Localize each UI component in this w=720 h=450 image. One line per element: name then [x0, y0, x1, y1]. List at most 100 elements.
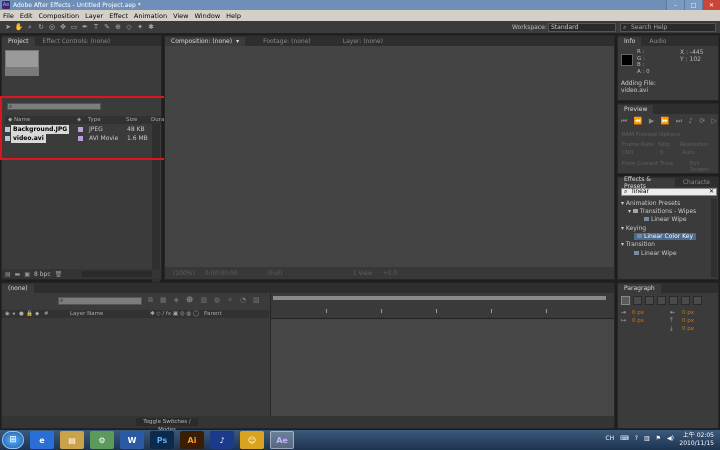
last-frame-icon[interactable]: ⏭ — [676, 117, 682, 126]
label-column-icon[interactable]: ◆ — [35, 311, 39, 317]
current-time[interactable]: 0:00:00:00 — [205, 270, 238, 277]
ram-preview-icon[interactable]: ▷ — [712, 117, 717, 126]
minimize-button[interactable]: – — [666, 0, 684, 10]
tree-item-linear-wipe-effect[interactable]: Linear Wipe — [634, 250, 677, 257]
tab-timeline[interactable]: (none) — [2, 284, 34, 293]
close-button[interactable]: ✕ — [702, 0, 720, 10]
network-tray-icon[interactable]: ▥ — [644, 435, 650, 442]
auto-keyframe-icon[interactable]: ◔ — [240, 296, 246, 305]
live-update-icon[interactable]: ▦ — [160, 296, 167, 305]
layer-name-header[interactable]: Layer Name — [70, 311, 103, 317]
exposure-value[interactable]: +0.0 — [383, 270, 398, 277]
after-effects-taskbar-icon[interactable]: Ae — [270, 431, 294, 449]
roto-tool-icon[interactable]: ✦ — [136, 23, 144, 31]
menu-view[interactable]: View — [173, 12, 188, 20]
comp-mini-flowchart-icon[interactable]: ⧉ — [148, 296, 153, 305]
tab-character[interactable]: Characte — [677, 178, 716, 187]
justify-center-button[interactable] — [669, 296, 678, 305]
maximize-button[interactable]: □ — [684, 0, 702, 10]
menu-animation[interactable]: Animation — [134, 12, 167, 20]
motion-blur-icon[interactable]: ◍ — [214, 296, 220, 305]
explorer-folder-icon[interactable]: ▤ — [60, 431, 84, 449]
tab-composition[interactable]: Composition: (none) ▾ — [165, 37, 246, 46]
zoom-tool-icon[interactable]: ⌕ — [26, 23, 34, 31]
audio-icon[interactable]: ♪ — [688, 117, 692, 126]
parent-header[interactable]: Parent — [204, 311, 222, 317]
view-layout-select[interactable]: 1 View — [353, 270, 373, 277]
photoshop-icon[interactable]: Ps — [150, 431, 174, 449]
tree-folder-transitions-wipes[interactable]: ▾ Transitions - Wipes — [628, 208, 696, 215]
ram-preview-options[interactable]: RAM Preview Options — [622, 132, 680, 138]
tab-preview[interactable]: Preview — [618, 105, 654, 114]
tree-category-animation-presets[interactable]: ▾ Animation Presets — [621, 200, 680, 207]
eraser-tool-icon[interactable]: ◇ — [125, 23, 133, 31]
first-frame-icon[interactable]: ⏮ — [621, 117, 627, 126]
first-line-indent-value[interactable]: 0 px — [632, 318, 644, 324]
justify-left-button[interactable] — [657, 296, 666, 305]
flag-icon[interactable]: ⚑ — [656, 435, 661, 442]
text-tool-icon[interactable]: T — [92, 23, 100, 31]
work-area-bar[interactable] — [273, 296, 606, 300]
menu-composition[interactable]: Composition — [38, 12, 79, 20]
new-folder-icon[interactable]: ▬ — [15, 271, 21, 278]
menu-layer[interactable]: Layer — [85, 12, 103, 20]
effects-scrollbar[interactable] — [711, 199, 717, 277]
hand-tool-icon[interactable]: ✋ — [15, 23, 24, 31]
network-icon[interactable]: ⚙ — [90, 431, 114, 449]
workspace-select[interactable]: Standard — [548, 23, 616, 32]
mask-tool-icon[interactable]: ▭ — [70, 23, 78, 31]
pen-tool-icon[interactable]: ✒ — [81, 23, 89, 31]
align-right-button[interactable] — [645, 296, 654, 305]
start-button[interactable]: ⊞ — [2, 431, 24, 449]
align-center-button[interactable] — [633, 296, 642, 305]
tab-project[interactable]: Project — [2, 37, 35, 46]
space-after-value[interactable]: 0 px — [682, 326, 694, 332]
internet-explorer-icon[interactable]: e — [30, 431, 54, 449]
interpret-footage-icon[interactable]: ▤ — [5, 271, 11, 278]
play-icon[interactable]: ▶ — [649, 117, 654, 126]
resolution-value[interactable]: Auto — [682, 150, 695, 156]
timeline-graph[interactable] — [270, 293, 614, 416]
brush-tool-icon[interactable]: ✎ — [103, 23, 111, 31]
time-ruler[interactable] — [271, 293, 614, 319]
tree-category-keying[interactable]: ▾ Keying — [621, 225, 646, 232]
draft-3d-icon[interactable]: ◈ — [174, 296, 179, 305]
help-icon[interactable]: ? — [635, 435, 638, 442]
tree-category-transition[interactable]: ▾ Transition — [621, 241, 655, 248]
language-indicator[interactable]: CH — [605, 435, 614, 442]
timeline-layer-list[interactable] — [2, 318, 269, 418]
tab-info[interactable]: Info — [618, 37, 642, 46]
resolution-select[interactable]: (Full) — [268, 270, 283, 277]
tab-footage[interactable]: Footage: (none) — [257, 37, 317, 46]
menu-edit[interactable]: Edit — [20, 12, 33, 20]
taskbar-clock[interactable]: 上午 02:05 2010/11/15 — [679, 432, 714, 448]
trash-icon[interactable]: 🗑 — [55, 271, 63, 278]
selection-tool-icon[interactable]: ➤ — [4, 23, 12, 31]
tree-item-linear-color-key[interactable]: Linear Color Key — [634, 233, 697, 240]
frame-blending-icon[interactable]: ▥ — [200, 296, 207, 305]
tab-paragraph[interactable]: Paragraph — [618, 284, 661, 293]
indent-right-value[interactable]: 0 px — [682, 310, 694, 316]
keyboard-icon[interactable]: ⌨ — [620, 435, 629, 442]
justify-right-button[interactable] — [681, 296, 690, 305]
from-current-time-checkbox[interactable]: From Current Time — [622, 161, 673, 167]
itunes-icon[interactable]: ♪ — [210, 431, 234, 449]
next-frame-icon[interactable]: ⏩ — [661, 117, 670, 126]
frame-rate-value[interactable]: (30) — [622, 150, 633, 156]
skip-value[interactable]: 0 — [660, 150, 664, 156]
indent-left-value[interactable]: 0 px — [632, 310, 644, 316]
toggle-switches-modes-button[interactable]: Toggle Switches / Modes — [136, 418, 198, 433]
volume-icon[interactable]: ◀) — [667, 435, 674, 442]
brainstorm-icon[interactable]: ✧ — [227, 296, 233, 305]
clone-tool-icon[interactable]: ⊕ — [114, 23, 122, 31]
tree-item-linear-wipe-preset[interactable]: Linear Wipe — [644, 216, 687, 223]
shy-icon[interactable]: ☻ — [186, 296, 193, 305]
tab-layer[interactable]: Layer: (none) — [337, 37, 389, 46]
tab-effect-controls[interactable]: Effect Controls: (none) — [37, 37, 117, 46]
tab-audio[interactable]: Audio — [643, 37, 672, 46]
puppet-tool-icon[interactable]: ✱ — [147, 23, 155, 31]
switches-header-icon[interactable]: ✱ ◇ ∕ fx ▣ ◎ ◍ ◯ — [150, 311, 199, 317]
clear-search-icon[interactable]: ✕ — [709, 189, 714, 195]
align-left-button[interactable] — [621, 296, 630, 305]
space-before-value[interactable]: 0 px — [682, 318, 694, 324]
